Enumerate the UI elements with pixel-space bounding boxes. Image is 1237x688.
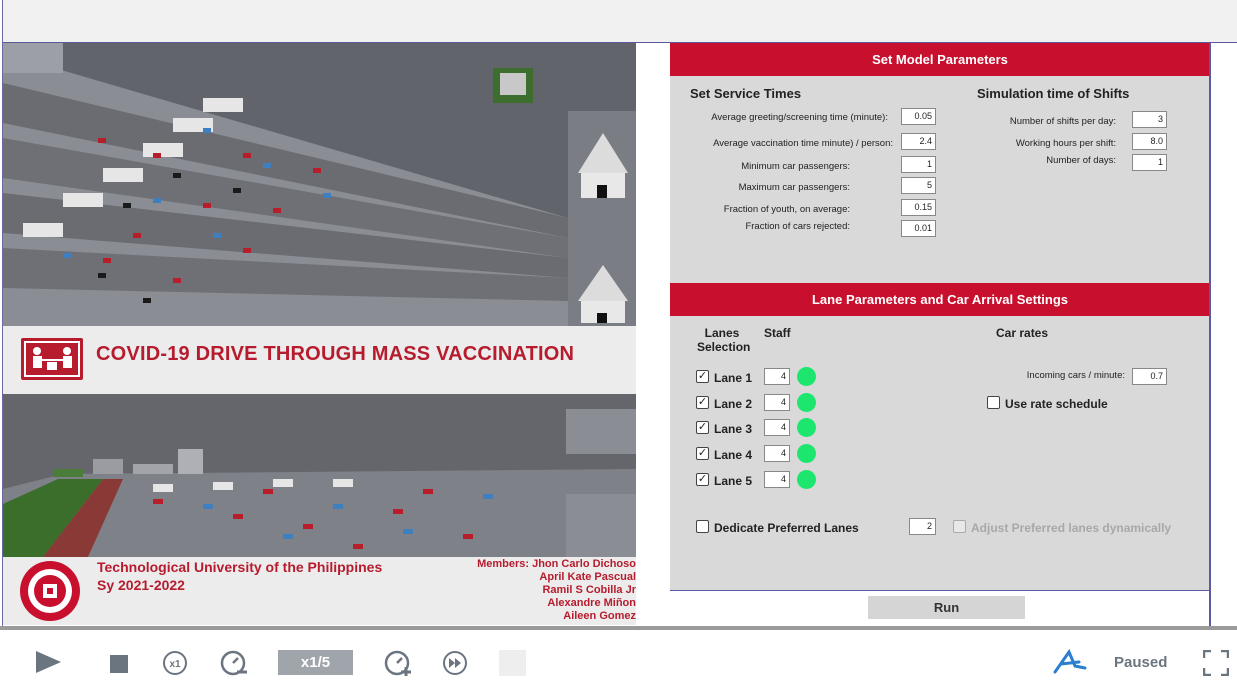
fast-forward-icon[interactable] — [442, 650, 468, 681]
field-label: Number of shifts per day: — [1009, 116, 1116, 127]
rate-schedule-label: Use rate schedule — [1005, 397, 1108, 411]
lane-5-status-indicator — [797, 470, 816, 489]
field-label: Average vaccination time minute) / perso… — [713, 138, 893, 149]
lane-4-checkbox[interactable]: ✓ — [696, 447, 709, 460]
field-label: Average greeting/screening time (minute)… — [711, 112, 888, 123]
svg-text:x1: x1 — [169, 659, 181, 670]
youth-fraction-input[interactable]: 0.15 — [901, 199, 936, 216]
lane-3-staff-input[interactable]: 4 — [764, 419, 790, 436]
control-bar: x1 x1/5 Paused — [0, 626, 1237, 688]
vaccination-logo-icon — [21, 338, 83, 380]
lane-params-header: Lane Parameters and Car Arrival Settings — [670, 283, 1210, 316]
model-title-bar: COVID-19 DRIVE THROUGH MASS VACCINATION — [3, 326, 636, 394]
top-bar — [0, 0, 1237, 43]
lane-2-label: Lane 2 — [714, 397, 753, 411]
university-name: Technological University of the Philippi… — [97, 559, 383, 575]
lane-3-checkbox[interactable]: ✓ — [696, 421, 709, 434]
lane-2-status-indicator — [797, 393, 816, 412]
3d-view-bottom[interactable] — [3, 394, 636, 557]
speed-reset-icon[interactable]: x1 — [162, 650, 188, 681]
lane-3-status-indicator — [797, 418, 816, 437]
lane-5-staff-input[interactable]: 4 — [764, 471, 790, 488]
model-title: COVID-19 DRIVE THROUGH MASS VACCINATION — [96, 343, 575, 365]
lane-4-status-indicator — [797, 444, 816, 463]
lane-5-checkbox[interactable]: ✓ — [696, 473, 709, 486]
panel-bottom-line — [670, 590, 1210, 591]
lane-4-label: Lane 4 — [714, 448, 753, 462]
speed-indicator[interactable]: x1/5 — [278, 650, 353, 675]
shifts-title: Simulation time of Shifts — [977, 86, 1130, 101]
credits-area: Technological University of the Philippi… — [3, 557, 636, 625]
step-icon[interactable] — [499, 650, 526, 676]
service-times-title: Set Service Times — [690, 86, 802, 101]
member-line: Members: Jhon Carlo Dichoso — [477, 558, 636, 570]
greeting-time-input[interactable]: 0.05 — [901, 108, 936, 125]
adjust-preferred-checkbox[interactable] — [953, 520, 966, 533]
lane-2-staff-input[interactable]: 4 — [764, 394, 790, 411]
school-year: Sy 2021-2022 — [97, 577, 185, 593]
dedicate-preferred-checkbox[interactable] — [696, 520, 709, 533]
anylogic-logo-icon — [1053, 648, 1087, 681]
members-list: Members: Jhon Carlo Dichoso April Kate P… — [477, 558, 636, 623]
preferred-lanes-count-input[interactable]: 2 — [909, 518, 936, 535]
field-label: Minimum car passengers: — [741, 161, 850, 172]
vaccination-time-input[interactable]: 2.4 — [901, 133, 936, 150]
shifts-per-day-input[interactable]: 3 — [1132, 111, 1167, 128]
run-button[interactable]: Run — [868, 596, 1025, 619]
field-label: Number of days: — [1046, 155, 1116, 166]
lane-1-status-indicator — [797, 367, 816, 386]
field-label: Maximum car passengers: — [738, 182, 850, 193]
incoming-cars-label: Incoming cars / minute: — [1026, 370, 1125, 381]
dedicate-preferred-label: Dedicate Preferred Lanes — [714, 521, 859, 535]
member-line: Ramil S Cobilla Jr — [542, 584, 636, 596]
incoming-cars-input[interactable]: 0.7 — [1132, 368, 1167, 385]
member-line: Aileen Gomez — [563, 610, 636, 622]
fullscreen-icon[interactable] — [1202, 649, 1230, 681]
panel-right-border — [1209, 43, 1211, 626]
lane-1-checkbox[interactable]: ✓ — [696, 370, 709, 383]
speed-up-icon[interactable] — [384, 650, 412, 681]
model-params-header: Set Model Parameters — [670, 43, 1210, 76]
status-label: Paused — [1114, 654, 1168, 671]
field-label: Working hours per shift: — [1015, 138, 1116, 149]
lane-5-label: Lane 5 — [714, 474, 753, 488]
university-seal-icon — [5, 559, 95, 623]
lane-1-staff-input[interactable]: 4 — [764, 368, 790, 385]
rate-schedule-checkbox[interactable] — [987, 396, 1000, 409]
lane-3-label: Lane 3 — [714, 422, 753, 436]
lane-4-staff-input[interactable]: 4 — [764, 445, 790, 462]
rejected-fraction-input[interactable]: 0.01 — [901, 220, 936, 237]
car-rates-header: Car rates — [996, 326, 1049, 340]
lanes-column-header: Lanes Selection — [697, 326, 751, 354]
lane-1-label: Lane 1 — [714, 371, 753, 385]
lanes-header-line: Selection — [697, 340, 751, 354]
lane-2-checkbox[interactable]: ✓ — [696, 396, 709, 409]
field-label: Fraction of youth, on average: — [723, 204, 850, 215]
max-passengers-input[interactable]: 5 — [901, 177, 936, 194]
slow-down-icon[interactable] — [220, 650, 248, 681]
min-passengers-input[interactable]: 1 — [901, 156, 936, 173]
staff-column-header: Staff — [764, 326, 791, 340]
play-icon[interactable] — [35, 650, 62, 679]
adjust-preferred-label: Adjust Preferred lanes dynamically — [971, 521, 1172, 535]
lane-params-panel: Lane Parameters and Car Arrival Settings — [670, 283, 1210, 590]
field-label: Fraction of cars rejected: — [745, 221, 850, 232]
member-line: April Kate Pascual — [539, 571, 636, 583]
member-line: Alexandre Miñon — [547, 597, 636, 609]
hours-per-shift-input[interactable]: 8.0 — [1132, 133, 1167, 150]
stop-icon[interactable] — [110, 655, 128, 678]
3d-view-top[interactable] — [3, 43, 636, 326]
lanes-header-line: Lanes — [704, 326, 740, 340]
number-of-days-input[interactable]: 1 — [1132, 154, 1167, 171]
